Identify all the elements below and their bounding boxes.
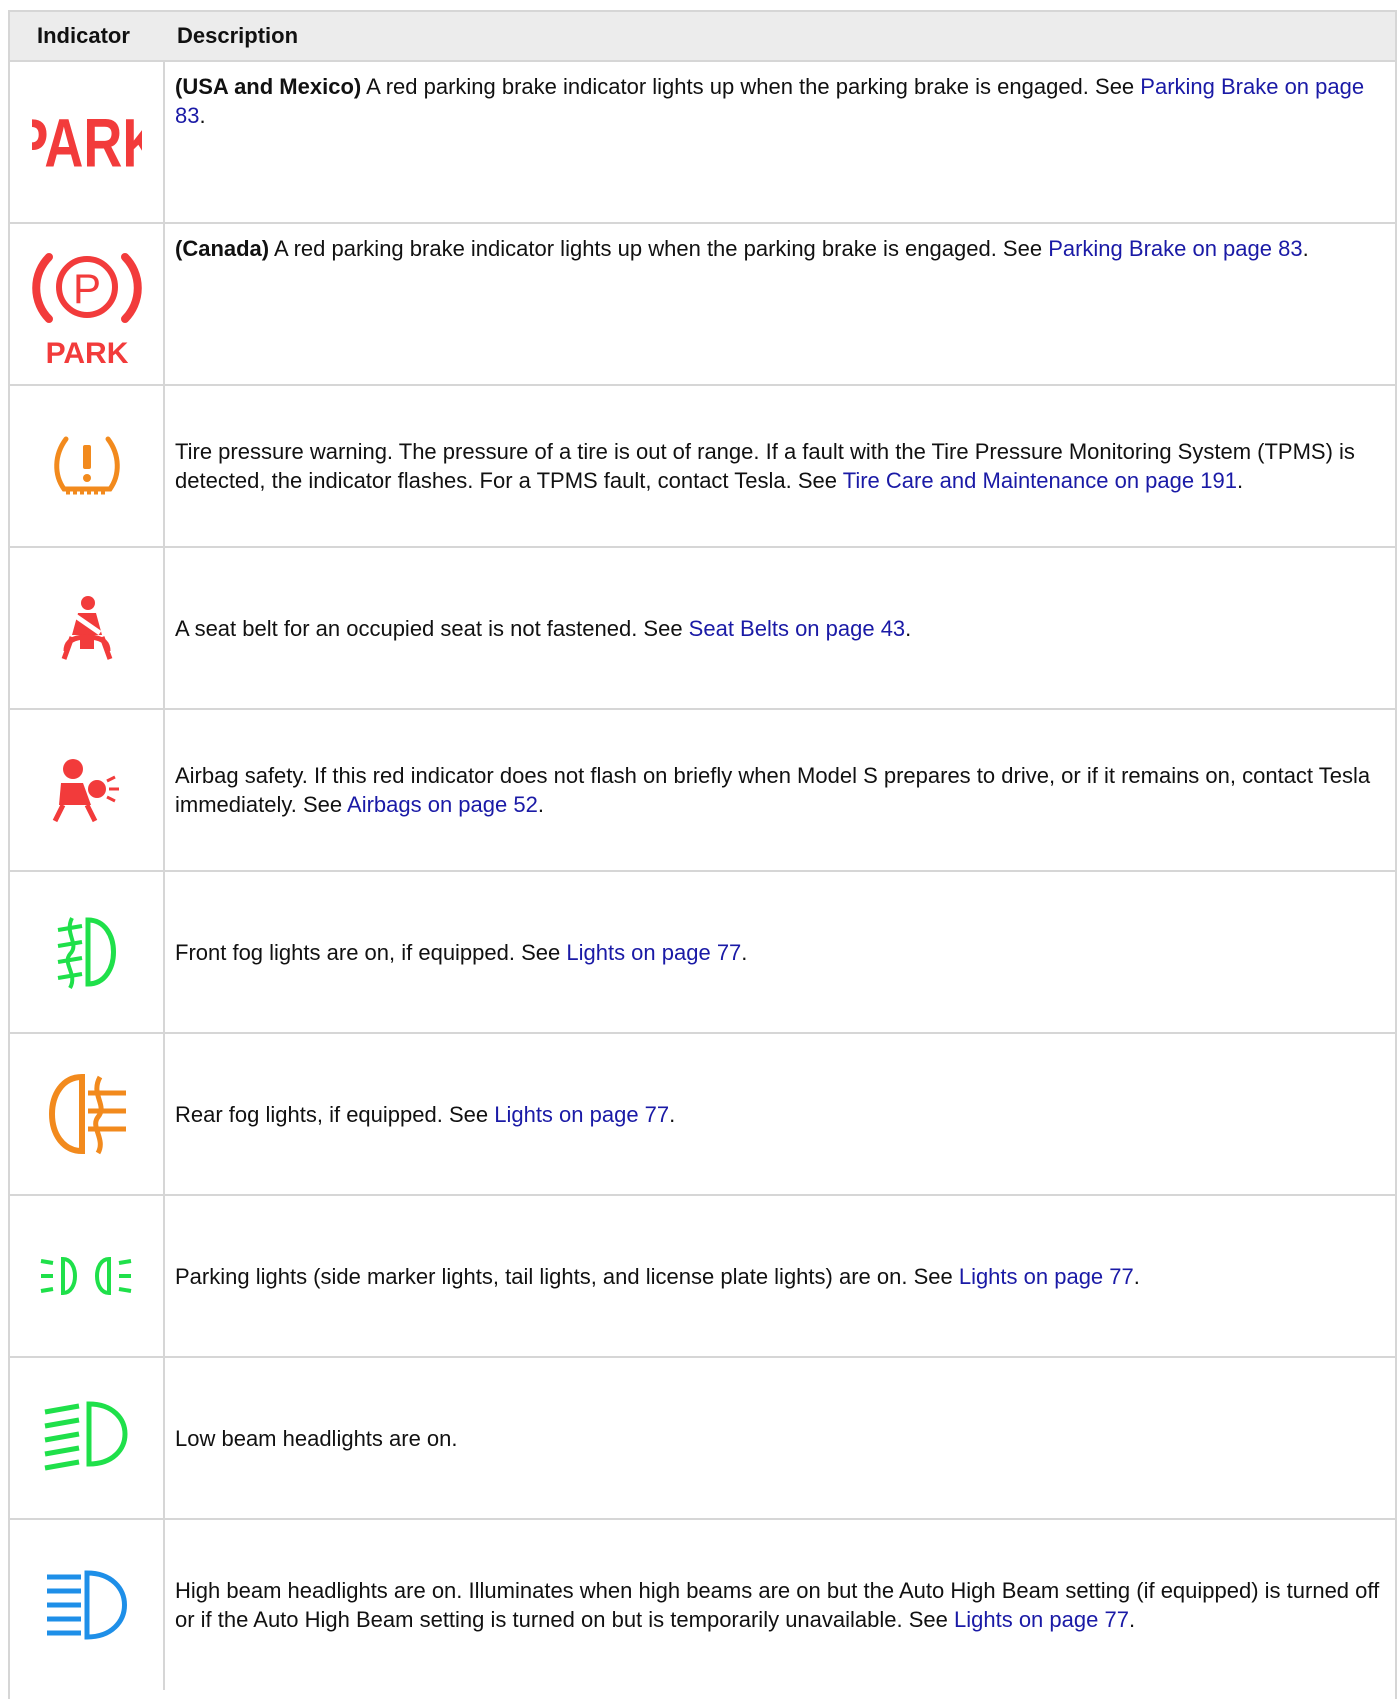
header-indicator: Indicator	[37, 23, 130, 48]
link-lights[interactable]: Lights on page 77	[494, 1102, 669, 1127]
row-description: Rear fog lights, if equipped. See Lights…	[175, 1101, 676, 1127]
row-description: (Canada) A red parking brake indicator l…	[175, 236, 1309, 261]
tire-pressure-icon	[53, 436, 120, 495]
svg-text:PARK: PARK	[32, 105, 142, 182]
high-beam-icon	[46, 1570, 127, 1640]
link-seat-belts[interactable]: Seat Belts on page 43	[689, 616, 906, 641]
table-row: Low beam headlights are on.	[10, 1358, 1395, 1520]
svg-text:P: P	[72, 265, 100, 312]
table-row: PARK (USA and Mexico) A red parking brak…	[10, 62, 1395, 224]
row-description: High beam headlights are on. Illuminates…	[175, 1578, 1380, 1632]
link-lights[interactable]: Lights on page 77	[959, 1264, 1134, 1289]
table-row: P PARK (Canada) A red parking brake indi…	[10, 224, 1395, 386]
table-header: Indicator Description	[10, 12, 1395, 62]
row-description: Front fog lights are on, if equipped. Se…	[175, 939, 748, 965]
park-text-icon: PARK	[32, 105, 142, 182]
table-row: A seat belt for an occupied seat is not …	[10, 548, 1395, 710]
seat-belt-icon	[61, 596, 112, 660]
table-row: High beam headlights are on. Illuminates…	[10, 1520, 1395, 1690]
header-description: Description	[177, 23, 299, 48]
link-lights[interactable]: Lights on page 77	[566, 940, 741, 965]
front-fog-light-icon	[57, 917, 116, 989]
indicator-table: Indicator Description PARK (USA and Mexi…	[8, 10, 1397, 1699]
parking-brake-circle-icon: P PARK	[31, 253, 142, 369]
table-row: Rear fog lights, if equipped. See Lights…	[10, 1034, 1395, 1196]
svg-text:PARK: PARK	[45, 337, 128, 369]
low-beam-icon	[44, 1401, 127, 1471]
link-lights[interactable]: Lights on page 77	[954, 1607, 1129, 1632]
link-parking-brake[interactable]: Parking Brake on page 83	[1048, 236, 1302, 261]
table-row: Front fog lights are on, if equipped. Se…	[10, 872, 1395, 1034]
row-description: (USA and Mexico) A red parking brake ind…	[175, 74, 1365, 128]
row-description: Parking lights (side marker lights, tail…	[175, 1263, 1140, 1289]
row-description: Airbag safety. If this red indicator doe…	[175, 763, 1371, 817]
link-airbags[interactable]: Airbags on page 52	[347, 792, 538, 817]
link-tire-care[interactable]: Tire Care and Maintenance on page 191	[843, 468, 1237, 493]
table-row: Tire pressure warning. The pressure of a…	[10, 386, 1395, 548]
airbag-icon	[52, 759, 119, 823]
row-description: A seat belt for an occupied seat is not …	[175, 615, 912, 641]
rear-fog-light-icon	[48, 1073, 126, 1155]
row-description: Low beam headlights are on.	[175, 1425, 458, 1451]
parking-lights-icon	[40, 1256, 131, 1296]
table-row: Airbag safety. If this red indicator doe…	[10, 710, 1395, 872]
row-description: Tire pressure warning. The pressure of a…	[175, 439, 1355, 493]
table-row: Parking lights (side marker lights, tail…	[10, 1196, 1395, 1358]
